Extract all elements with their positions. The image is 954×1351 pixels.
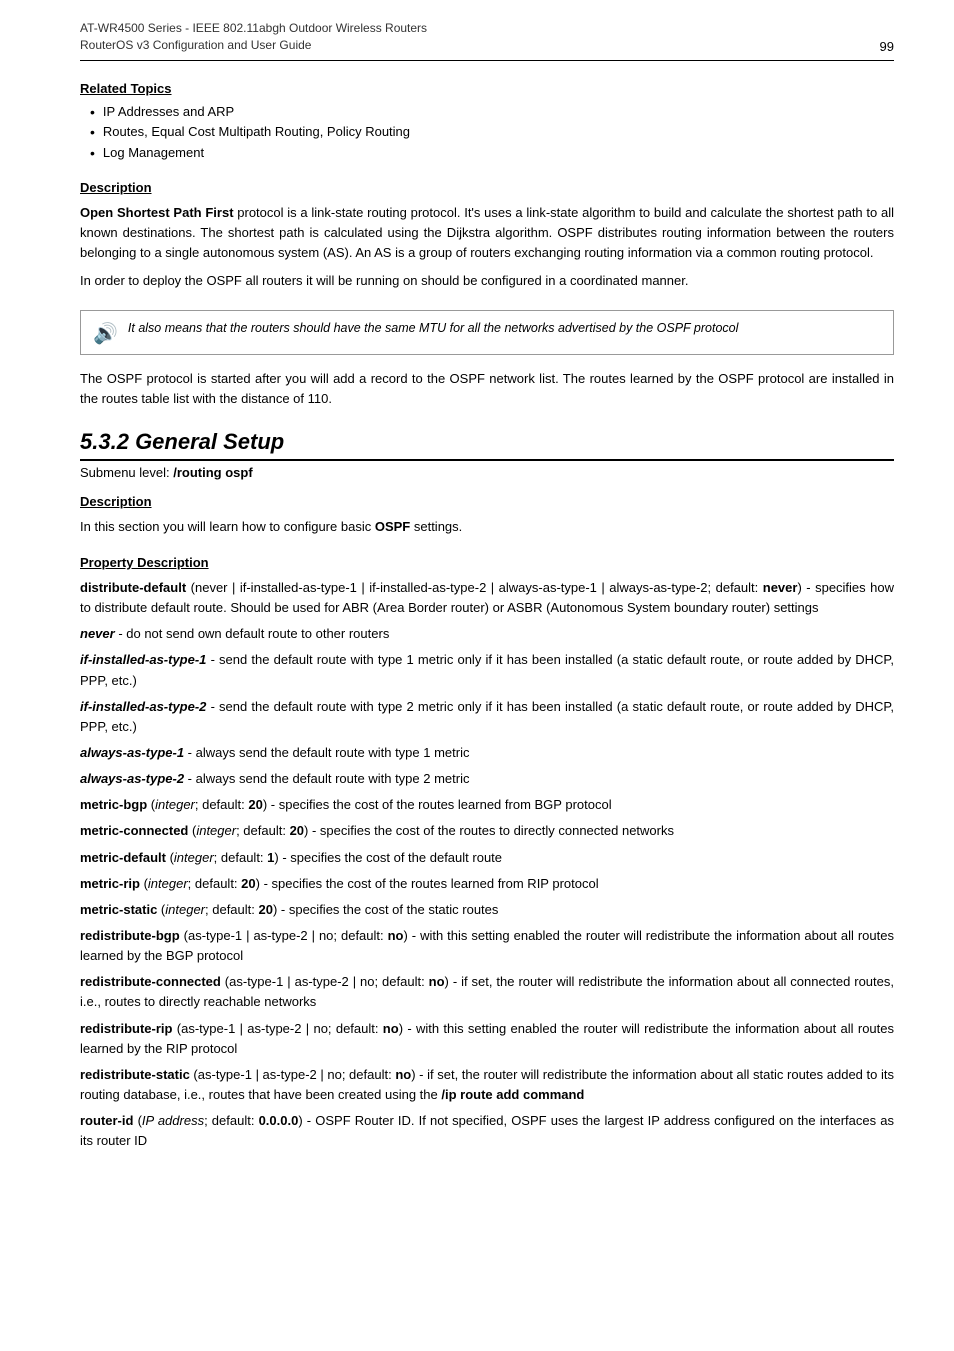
chapter-number: 5.3.2 [80,429,129,454]
chapter-description-text: In this section you will learn how to co… [80,517,894,537]
list-item: IP Addresses and ARP [90,104,894,121]
prop-always-type1: always-as-type-1 - always send the defau… [80,743,894,763]
property-description-heading: Property Description [80,555,894,570]
prop-redistribute-rip: redistribute-rip (as-type-1 | as-type-2 … [80,1019,894,1059]
related-topics-list: IP Addresses and ARP Routes, Equal Cost … [80,104,894,162]
prop-always-type2: always-as-type-2 - always send the defau… [80,769,894,789]
related-topics-heading: Related Topics [80,81,894,96]
ospf-note-paragraph: The OSPF protocol is started after you w… [80,369,894,409]
note-icon: 🔊 [93,321,118,346]
page: AT-WR4500 Series - IEEE 802.11abgh Outdo… [0,0,954,1209]
submenu-level: Submenu level: /routing ospf [80,465,894,480]
prop-metric-static: metric-static (integer; default: 20) - s… [80,900,894,920]
prop-redistribute-connected: redistribute-connected (as-type-1 | as-t… [80,972,894,1012]
chapter-description-heading: Description [80,494,894,509]
prop-metric-bgp: metric-bgp (integer; default: 20) - spec… [80,795,894,815]
prop-distribute-default: distribute-default (never | if-installed… [80,578,894,618]
property-description-section: Property Description distribute-default … [80,555,894,1151]
description-para2: In order to deploy the OSPF all routers … [80,271,894,291]
prop-redistribute-bgp: redistribute-bgp (as-type-1 | as-type-2 … [80,926,894,966]
header-title-line1: AT-WR4500 Series - IEEE 802.11abgh Outdo… [80,20,427,37]
prop-metric-rip: metric-rip (integer; default: 20) - spec… [80,874,894,894]
page-number: 99 [880,39,894,54]
prop-metric-default: metric-default (integer; default: 1) - s… [80,848,894,868]
description-section: Description Open Shortest Path First pro… [80,180,894,292]
header-left: AT-WR4500 Series - IEEE 802.11abgh Outdo… [80,20,427,54]
page-header: AT-WR4500 Series - IEEE 802.11abgh Outdo… [80,20,894,61]
prop-if-type1: if-installed-as-type-1 - send the defaul… [80,650,894,690]
prop-metric-connected: metric-connected (integer; default: 20) … [80,821,894,841]
note-box: 🔊 It also means that the routers should … [80,310,894,355]
chapter-title: 5.3.2 General Setup [80,429,894,461]
related-topics-section: Related Topics IP Addresses and ARP Rout… [80,81,894,162]
note-text: It also means that the routers should ha… [128,319,739,338]
description-heading: Description [80,180,894,195]
prop-router-id: router-id (IP address; default: 0.0.0.0)… [80,1111,894,1151]
header-title-line2: RouterOS v3 Configuration and User Guide [80,37,427,54]
list-item: Log Management [90,145,894,162]
prop-if-type2: if-installed-as-type-2 - send the defaul… [80,697,894,737]
prop-never: never - do not send own default route to… [80,624,894,644]
prop-redistribute-static: redistribute-static (as-type-1 | as-type… [80,1065,894,1105]
chapter-description-section: Description In this section you will lea… [80,494,894,537]
list-item: Routes, Equal Cost Multipath Routing, Po… [90,124,894,141]
ospf-bold: Open Shortest Path First [80,205,234,220]
chapter-name: General Setup [135,429,284,454]
description-para1: Open Shortest Path First protocol is a l… [80,203,894,263]
